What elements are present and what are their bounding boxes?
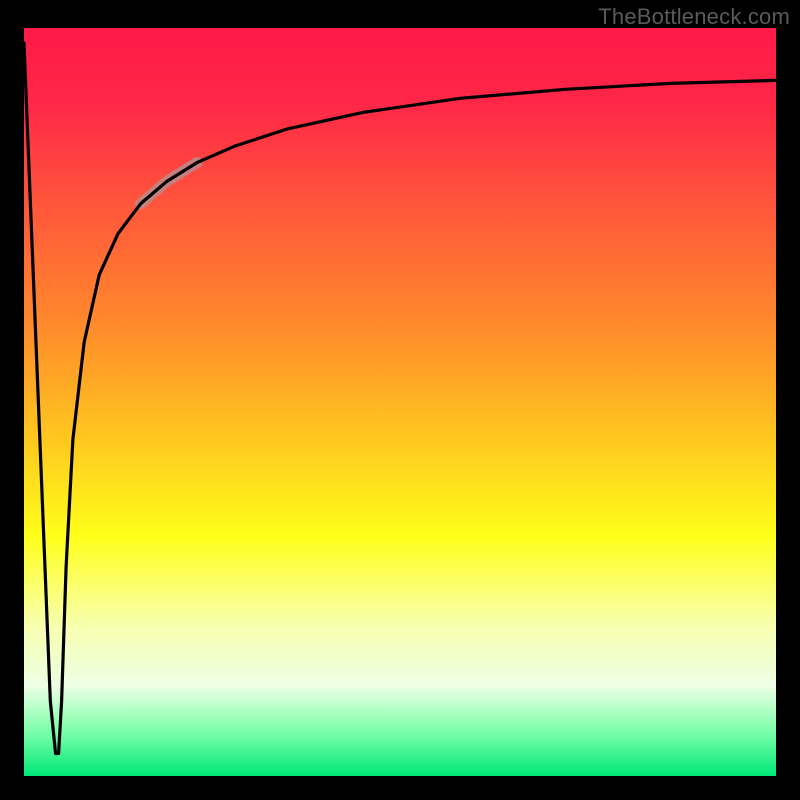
watermark-text: TheBottleneck.com [598, 4, 790, 30]
plot-frame [24, 28, 776, 776]
chart-svg [24, 28, 776, 776]
chart-container: TheBottleneck.com [0, 0, 800, 800]
plot-area [24, 28, 776, 776]
chart-background [24, 28, 776, 776]
